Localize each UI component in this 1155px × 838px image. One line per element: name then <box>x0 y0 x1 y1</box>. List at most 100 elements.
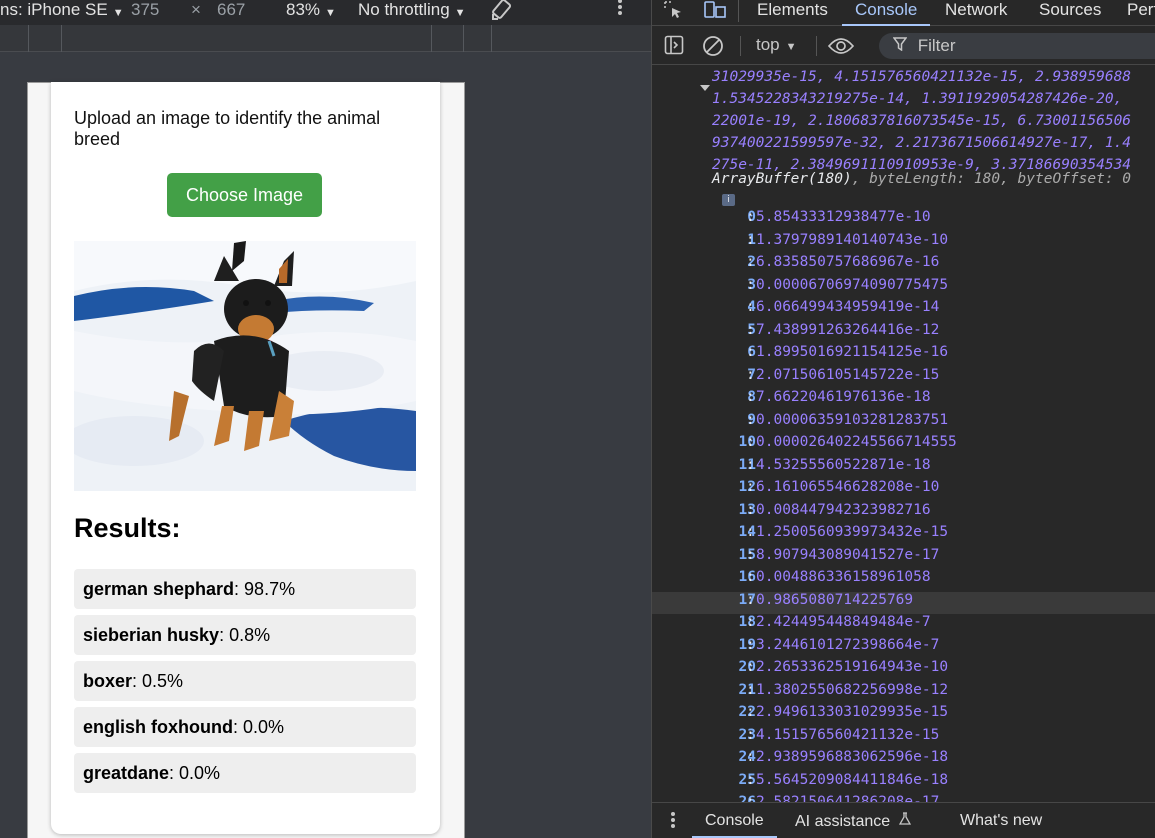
result-percent: : 0.8% <box>219 624 271 645</box>
array-value: 2.9496133031029935e-15 <box>756 704 949 720</box>
context-select[interactable]: top ▼ <box>756 35 797 55</box>
times-label: × <box>191 0 201 19</box>
array-colon: : <box>746 614 755 630</box>
drawer-tab-label: AI assistance <box>795 813 891 830</box>
result-percent: : 0.5% <box>132 670 184 691</box>
filter-input[interactable]: Filter <box>879 33 1155 59</box>
array-value: 0.008447942323982716 <box>756 501 931 518</box>
array-entry: 13:0.008447942323982716 <box>652 502 1155 524</box>
tab-sources[interactable]: Sources <box>1039 0 1101 26</box>
zoom-select[interactable]: 83% ▼ <box>286 0 336 25</box>
device-select[interactable]: ns: iPhone SE ▼ <box>0 0 124 25</box>
uploaded-dog-image <box>74 241 416 491</box>
device-viewport-pane: ns: iPhone SE ▼ 375 × 667 83% ▼ No throttl… <box>0 0 651 838</box>
sidebar-toggle-icon[interactable] <box>664 35 684 60</box>
tab-performance[interactable]: Perf <box>1127 0 1155 26</box>
result-percent: : 98.7% <box>234 578 296 599</box>
drawer-tab-console[interactable]: Console <box>692 812 777 838</box>
array-entry: 25:5.5645209084411846e-18 <box>652 772 1155 794</box>
zoom-value: 83% <box>286 0 321 19</box>
media-query-ruler[interactable] <box>0 25 651 52</box>
array-value: 5.85433312938477e-10 <box>756 209 931 225</box>
array-entry: 12:6.161065546628208e-10 <box>652 479 1155 501</box>
toolbar-divider <box>738 0 739 22</box>
console-preview-line: 937400221599597e-32, 2.2173671506614927e… <box>712 135 1132 151</box>
array-value: 0.000026402245566714555 <box>756 434 957 450</box>
device-name: ns: iPhone SE <box>0 0 108 19</box>
width-input[interactable]: 375 <box>131 0 159 25</box>
result-item: german shephard: 98.7% <box>74 569 416 609</box>
chevron-down-icon: ▼ <box>112 7 124 19</box>
array-buffer-line: ArrayBuffer(180), byteLength: 180, byteO… <box>712 171 1131 187</box>
result-breed: sieberian husky <box>83 624 220 645</box>
rotate-icon[interactable] <box>490 0 514 23</box>
device-toolbar-icon[interactable] <box>704 1 726 24</box>
array-value: 5.5645209084411846e-18 <box>756 771 949 788</box>
console-preview-line: 1.5345228343219275e-14, 1.39119290542874… <box>712 91 1123 107</box>
expand-triangle-icon[interactable] <box>700 85 710 91</box>
height-input[interactable]: 667 <box>217 0 245 25</box>
info-icon[interactable]: i <box>722 194 735 206</box>
choose-image-button[interactable]: Choose Image <box>167 173 322 217</box>
result-item: boxer: 0.5% <box>74 661 416 701</box>
drawer-tab-whats-new[interactable]: What's new <box>960 812 1042 830</box>
array-colon: : <box>746 344 755 360</box>
drawer-tab-ai-assistance[interactable]: AI assistance <box>795 812 911 831</box>
upload-instructions: Upload an image to identify the animal b… <box>74 108 381 149</box>
array-entry: 20:2.2653362519164943e-10 <box>652 659 1155 681</box>
result-item: greatdane: 0.0% <box>74 753 416 793</box>
ruler-tick <box>491 25 492 52</box>
filter-icon <box>892 36 912 55</box>
result-breed: english foxhound <box>83 716 233 737</box>
bottom-drawer: Console AI assistance What's new <box>652 802 1155 838</box>
array-entry: 22:2.9496133031029935e-15 <box>652 704 1155 726</box>
array-entry: 10:0.000026402245566714555 <box>652 434 1155 456</box>
array-entry: 18:2.424495448849484e-7 <box>652 614 1155 636</box>
array-entry: 2:6.835850757686967e-16 <box>652 254 1155 276</box>
array-colon: : <box>746 501 755 518</box>
result-breed: boxer <box>83 670 133 691</box>
inspect-element-icon[interactable] <box>664 1 684 24</box>
array-entry: 23:4.151576560421132e-15 <box>652 727 1155 749</box>
clear-console-icon[interactable] <box>702 35 724 62</box>
array-colon: : <box>746 704 755 720</box>
array-colon: : <box>746 389 755 405</box>
more-options-icon[interactable] <box>617 0 623 23</box>
array-value: 7.438991263264416e-12 <box>756 321 940 338</box>
flask-icon <box>898 812 911 830</box>
array-colon: : <box>746 794 755 802</box>
array-value: 7.66220461976136e-18 <box>756 389 931 405</box>
array-entry: 1:1.3797989140140743e-10 <box>652 232 1155 254</box>
array-colon: : <box>746 276 755 293</box>
array-value: 2.424495448849484e-7 <box>756 614 931 630</box>
array-entry: 26:2.582150641286208e-17 <box>652 794 1155 802</box>
array-value: 8.907943089041527e-17 <box>756 546 940 563</box>
array-entry: 21:1.3802550682256998e-12 <box>652 682 1155 704</box>
result-percent: : 0.0% <box>169 762 221 783</box>
array-entry: 8:7.66220461976136e-18 <box>652 389 1155 411</box>
array-colon: : <box>746 479 755 495</box>
device-toolbar: ns: iPhone SE ▼ 375 × 667 83% ▼ No throttl… <box>0 0 651 25</box>
array-entry: 3:0.00006706974090775475 <box>652 277 1155 299</box>
array-value: 6.835850757686967e-16 <box>756 254 940 270</box>
array-entry: 9:0.00006359103281283751 <box>652 412 1155 434</box>
console-output: 31029935e-15, 4.151576560421132e-15, 2.9… <box>652 66 1155 802</box>
drawer-menu-icon[interactable] <box>670 811 676 834</box>
throttling-select[interactable]: No throttling ▼ <box>358 0 466 25</box>
array-value: 1.3797989140140743e-10 <box>756 231 949 248</box>
live-expression-eye-icon[interactable] <box>827 37 855 60</box>
result-breed: german shephard <box>83 578 235 599</box>
array-value: 0.004886336158961058 <box>756 569 931 585</box>
array-entry: 11:4.53255560522871e-18 <box>652 457 1155 479</box>
console-preview-line: 31029935e-15, 4.151576560421132e-15, 2.9… <box>712 69 1132 85</box>
array-colon: : <box>746 659 755 675</box>
array-entry: 17:0.9865080714225769 <box>652 591 1155 614</box>
result-percent: : 0.0% <box>233 716 285 737</box>
array-colon: : <box>746 411 755 428</box>
tab-network[interactable]: Network <box>945 0 1007 26</box>
array-entry: 4:6.066499434959419e-14 <box>652 299 1155 321</box>
tab-elements[interactable]: Elements <box>757 0 828 26</box>
array-colon: : <box>746 299 755 315</box>
tab-console[interactable]: Console <box>842 0 931 26</box>
context-value: top <box>756 35 780 54</box>
